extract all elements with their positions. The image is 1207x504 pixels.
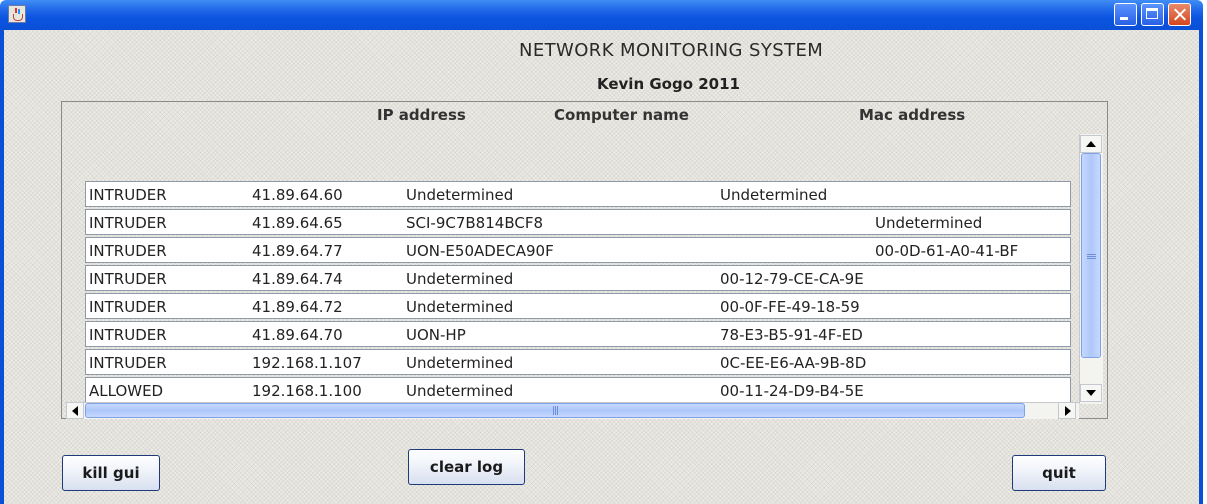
status-cell: INTRUDER	[89, 354, 167, 372]
status-cell: INTRUDER	[89, 326, 167, 344]
computer-name-cell: UON-HP	[406, 326, 466, 344]
vertical-scroll-thumb[interactable]	[1081, 153, 1101, 358]
scroll-down-icon[interactable]	[1080, 384, 1102, 402]
table-row[interactable]: INTRUDER 192.168.1.107 Undetermined 0C-E…	[85, 349, 1071, 375]
table-row[interactable]: INTRUDER 41.89.64.72 Undetermined 00-0F-…	[85, 293, 1071, 319]
status-cell: INTRUDER	[89, 214, 167, 232]
clear-log-button[interactable]: clear log	[408, 449, 525, 485]
ip-cell: 192.168.1.100	[252, 382, 362, 400]
window-frame-right	[1199, 30, 1203, 504]
ip-cell: 41.89.64.74	[252, 270, 343, 288]
app-window: NETWORK MONITORING SYSTEM Kevin Gogo 201…	[0, 0, 1203, 504]
ip-cell: 41.89.64.77	[252, 242, 343, 260]
status-cell: INTRUDER	[89, 298, 167, 316]
mac-cell: 00-12-79-CE-CA-9E	[720, 270, 864, 288]
column-header-ip: IP address	[377, 106, 466, 124]
ip-cell: 41.89.64.60	[252, 186, 343, 204]
grip-icon	[1087, 254, 1096, 255]
status-cell: INTRUDER	[89, 270, 167, 288]
mac-cell: Undetermined	[720, 186, 828, 204]
table-row[interactable]: ALLOWED 192.168.1.100 Undetermined 00-11…	[85, 377, 1071, 403]
table-row[interactable]: INTRUDER 41.89.64.60 Undetermined Undete…	[85, 181, 1071, 207]
mac-cell: 0C-EE-E6-AA-9B-8D	[720, 354, 867, 372]
table-row[interactable]: INTRUDER 41.89.64.74 Undetermined 00-12-…	[85, 265, 1071, 291]
page-title: NETWORK MONITORING SYSTEM	[519, 40, 824, 61]
ip-cell: 41.89.64.72	[252, 298, 343, 316]
mac-cell: 78-E3-B5-91-4F-ED	[720, 326, 863, 344]
computer-name-cell: Undetermined	[406, 354, 514, 372]
computer-name-cell: Undetermined	[406, 186, 514, 204]
horizontal-scroll-thumb[interactable]	[85, 403, 1025, 418]
mac-cell: 00-0F-FE-49-18-59	[720, 298, 860, 316]
status-cell: ALLOWED	[89, 382, 164, 400]
scroll-right-icon[interactable]	[1058, 402, 1076, 419]
column-header-computer-name: Computer name	[554, 106, 689, 124]
quit-button[interactable]: quit	[1012, 455, 1106, 491]
ip-cell: 41.89.64.70	[252, 326, 343, 344]
author-label: Kevin Gogo 2011	[597, 75, 740, 93]
computer-name-cell: Undetermined	[406, 382, 514, 400]
mac-cell: 00-0D-61-A0-41-BF	[875, 242, 1019, 260]
table-row[interactable]: INTRUDER 41.89.64.65 SCI-9C7B814BCF8 Und…	[85, 209, 1071, 235]
ip-cell: 41.89.64.65	[252, 214, 343, 232]
mac-cell: Undetermined	[875, 214, 983, 232]
scroll-left-icon[interactable]	[66, 402, 84, 419]
computer-name-cell: UON-E50ADECA90F	[406, 242, 554, 260]
minimize-icon[interactable]	[1114, 3, 1137, 26]
scroll-up-icon[interactable]	[1080, 135, 1102, 153]
computer-name-cell: SCI-9C7B814BCF8	[406, 214, 543, 232]
maximize-icon[interactable]	[1141, 3, 1164, 26]
ip-cell: 192.168.1.107	[252, 354, 362, 372]
table-row[interactable]: INTRUDER 41.89.64.77 UON-E50ADECA90F 00-…	[85, 237, 1071, 263]
java-app-icon[interactable]	[8, 5, 26, 23]
kill-gui-button[interactable]: kill gui	[62, 455, 160, 491]
mac-cell: 00-11-24-D9-B4-5E	[720, 382, 864, 400]
grip-icon	[553, 406, 554, 415]
table-row[interactable]: INTRUDER 41.89.64.70 UON-HP 78-E3-B5-91-…	[85, 321, 1071, 347]
column-header-mac: Mac address	[859, 106, 966, 124]
status-cell: INTRUDER	[89, 242, 167, 260]
status-cell: INTRUDER	[89, 186, 167, 204]
title-bar[interactable]	[0, 0, 1203, 30]
close-icon[interactable]	[1168, 3, 1191, 26]
computer-name-cell: Undetermined	[406, 270, 514, 288]
computer-name-cell: Undetermined	[406, 298, 514, 316]
